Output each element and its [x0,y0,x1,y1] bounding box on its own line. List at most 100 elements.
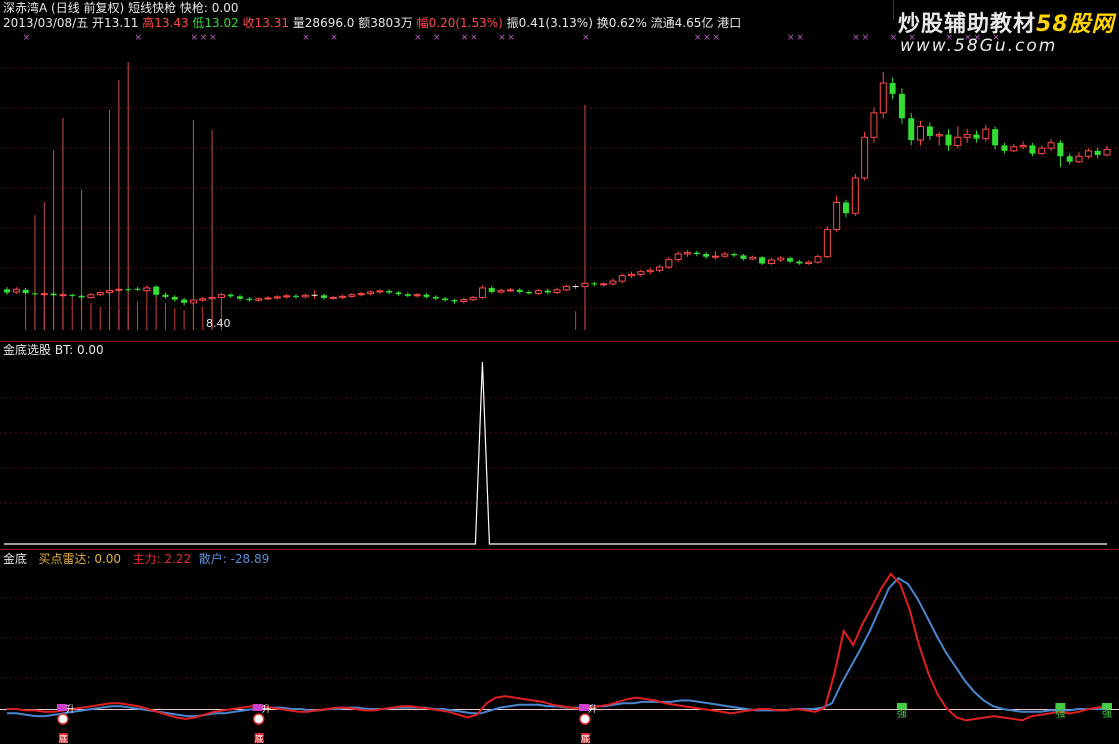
low-price-label: 8.40 [206,317,231,330]
candle-body-down [1094,150,1101,155]
change-label: 幅0.20(1.53%) [416,16,503,30]
candle-body-down [153,286,160,295]
retail-value: 散户: -28.89 [198,552,270,566]
top-marker: × [461,33,469,43]
candle-body-up [199,298,207,301]
candle-body-up [40,293,48,296]
candle-body-up [609,280,617,285]
top-marker: × [200,33,208,43]
candle-body-up [96,292,104,296]
candle-body-down [134,288,141,290]
top-marker: × [890,33,898,43]
indicator-name[interactable]: 短线快枪 [128,1,176,15]
candle-body-up [562,286,570,291]
candle-body-down [908,118,915,140]
close-label: 收13.31 [242,16,289,30]
sector-label[interactable]: 港口 [717,16,741,30]
candle-body-down [889,83,896,94]
panel2-header: 金底选股 BT: 0.00 [3,343,104,358]
candle-body-up [637,271,645,275]
panel3-title[interactable]: 金底 [3,552,27,566]
volume-label: 量28696.0 [292,16,355,30]
trend-marker-label: 强 [1055,708,1065,720]
candle-body-up [814,256,822,263]
candle-body-down [404,294,411,296]
top-marker: × [135,33,143,43]
top-marker: × [433,33,441,43]
top-marker: × [796,33,804,43]
candle-body-up [618,275,626,282]
candle-body-up [497,289,505,293]
top-marker: × [23,33,31,43]
candle-body-down [442,298,449,301]
panel2-title[interactable]: 金底选股 [3,343,51,357]
candle-body-up [1038,147,1046,155]
candle-body-up [12,288,20,293]
candle-body-up [506,289,514,292]
candle-body-up [600,283,608,286]
candle-body-up [777,257,785,261]
chip-marker-label: 升 [588,704,597,715]
candle-body-up [357,293,365,296]
candle-body-up [106,289,114,294]
candle-body-down [1029,145,1036,154]
candle-body-up [143,287,151,292]
trend-marker-label: 强 [1102,708,1112,720]
candle-body-down [320,295,327,298]
top-marker: × [414,33,422,43]
candle-body-up [851,177,859,214]
candle-body-down [759,257,766,264]
float-cap-label: 流通4.65亿 [650,16,714,30]
chip-marker-label: 升 [262,704,271,715]
candle-body-up [217,294,225,298]
candle-body-down [78,295,85,298]
candle-body-down [292,295,299,297]
candle-body-down [423,294,430,297]
candle-body-up [329,296,337,299]
candle-body-up [273,296,281,299]
candle-body-down [796,261,803,264]
candle-body-down [703,254,710,257]
candle-body-down [432,296,439,299]
candle-body-down [973,134,980,139]
indicator-value: 快枪: 0.00 [179,1,239,15]
candle-body-up [656,266,664,271]
candle-body-up [1084,150,1092,157]
panel3-header: 金底 买点雷达: 0.00 主力: 2.22 散户: -28.89 [3,552,269,567]
candle-body-down [125,289,132,291]
candle-body-down [731,254,738,256]
candle-body-down [181,299,188,303]
candle-body-up [1019,144,1027,148]
candle-body-down [162,294,169,297]
top-marker: × [507,33,515,43]
watermark-brand: 58股网 [1036,12,1115,37]
stock-name[interactable]: 深赤湾A [3,1,47,15]
candle-body-up [553,289,561,294]
top-marker: × [209,33,217,43]
buy-point-label: 底 [581,733,590,744]
top-marker: × [470,33,478,43]
candle-body-down [246,298,253,301]
top-marker: × [787,33,795,43]
candle-body-down [591,283,598,285]
watermark-title: 炒股辅助教材58股网 [898,6,1115,38]
retail-line [7,577,1107,718]
candle-body-up [1103,149,1111,156]
open-label: 开13.11 [92,16,139,30]
period-params[interactable]: (日线 前复权) [51,1,124,15]
bt-signal-line [4,361,1107,545]
header-line-1: 深赤湾A (日线 前复权) 短线快枪 快枪: 0.00 [3,1,238,16]
amount-label: 额3803万 [358,16,413,30]
candle-body-up [721,253,729,257]
candle-body-up [954,136,962,146]
candle-body-up [1075,155,1083,163]
top-marker: × [852,33,860,43]
candle-body-down [386,290,393,293]
header-line-2: 2013/03/08/五 开13.11 高13.43 低13.02 收13.31… [3,16,741,31]
candle-body-down [740,255,747,259]
candle-body-up [646,269,654,273]
candle-body-up [87,294,95,298]
chip-marker-label: 升 [66,704,75,715]
candle-body-down [693,252,700,254]
candle-body-up [376,290,384,293]
